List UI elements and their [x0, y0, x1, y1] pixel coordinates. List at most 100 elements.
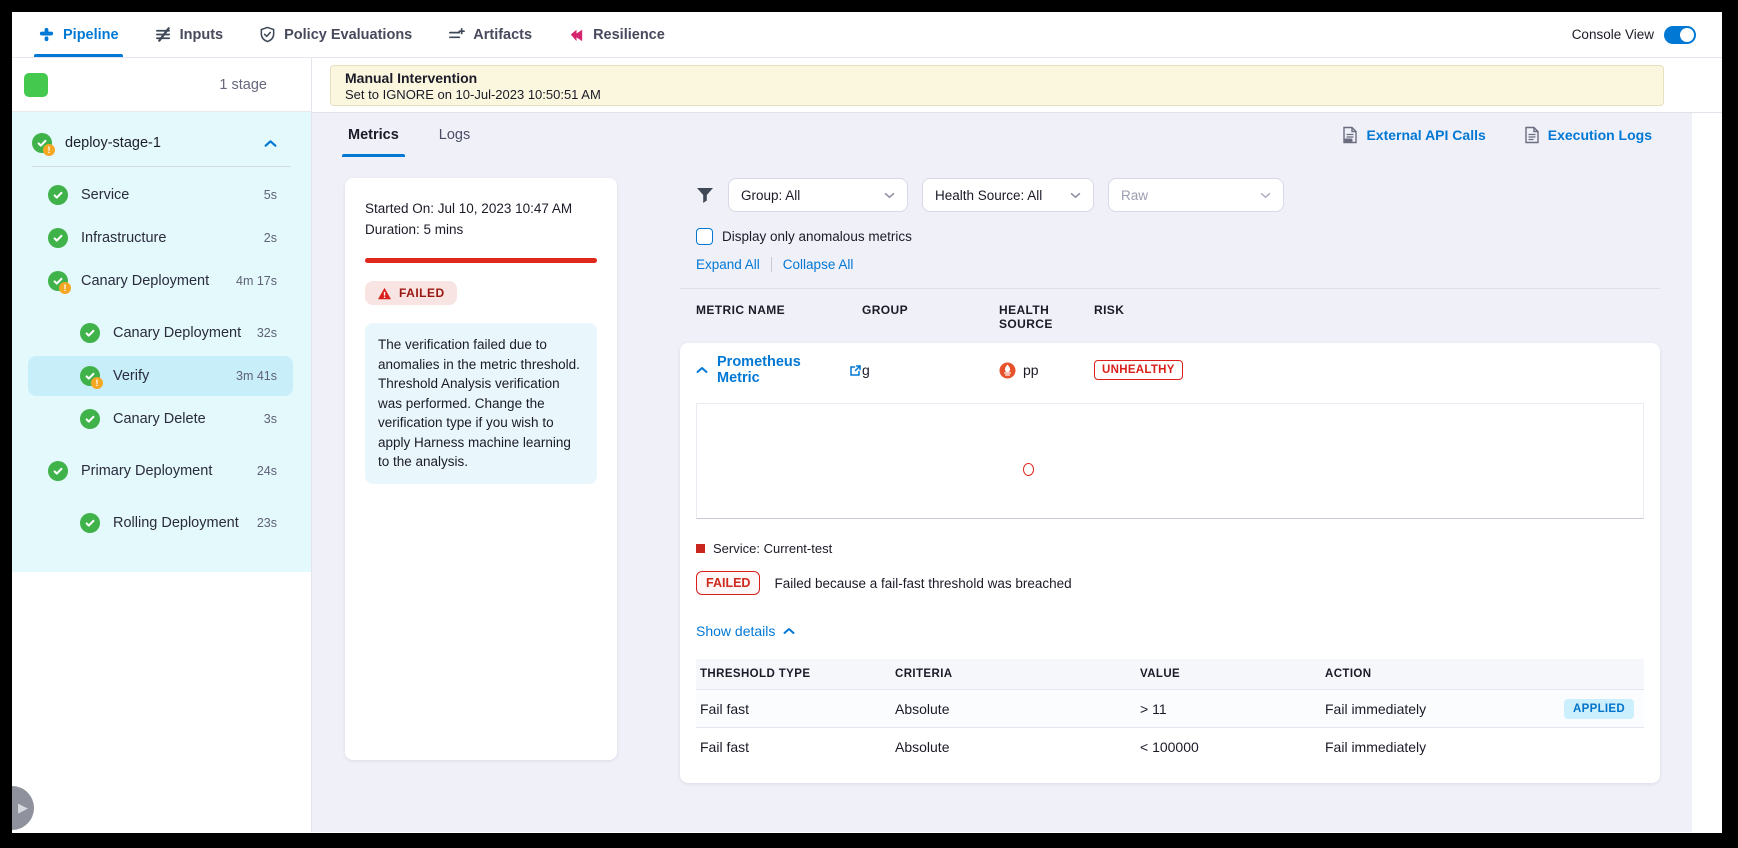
- step-row-canary-deployment[interactable]: Canary Deployment 32s: [12, 313, 311, 353]
- execution-logs-link[interactable]: Execution Logs: [1524, 126, 1652, 144]
- group-filter-dropdown[interactable]: Group: All: [728, 178, 908, 212]
- funnel-icon: [696, 187, 714, 204]
- status-badge-label: FAILED: [399, 286, 445, 300]
- stage-status-chip: [24, 73, 48, 97]
- anomalous-metrics-checkbox[interactable]: [696, 228, 713, 245]
- divider: [680, 288, 1660, 289]
- step-row-infrastructure[interactable]: Infrastructure 2s: [12, 218, 311, 258]
- step-row-rolling-deployment[interactable]: Rolling Deployment 23s: [12, 503, 311, 543]
- step-name: Rolling Deployment: [113, 515, 239, 531]
- threshold-row: Fail fast Absolute < 100000 Fail immedia…: [696, 727, 1644, 765]
- step-row-canary-deployment-group[interactable]: Canary Deployment 4m 17s: [12, 261, 311, 301]
- status-warning-icon: [48, 271, 68, 291]
- banner-strip: Manual Intervention Set to IGNORE on 10-…: [312, 58, 1722, 112]
- metric-name-cell[interactable]: Prometheus Metric: [696, 354, 862, 386]
- prometheus-icon: [999, 362, 1016, 379]
- threshold-row: Fail fast Absolute > 11 Fail immediately…: [696, 689, 1644, 727]
- raw-filter-dropdown[interactable]: Raw: [1108, 178, 1284, 212]
- console-view-label: Console View: [1572, 27, 1654, 42]
- app-window: Pipeline Inputs Policy Evaluations Artif…: [12, 12, 1722, 833]
- threshold-action: Fail immediately APPLIED: [1325, 699, 1644, 719]
- step-row-verify[interactable]: Verify 3m 41s: [28, 356, 293, 396]
- tab-label: Pipeline: [63, 27, 119, 43]
- tab-metrics[interactable]: Metrics: [348, 113, 399, 157]
- step-duration: 4m 17s: [236, 274, 277, 288]
- status-success-icon: [80, 513, 100, 533]
- manual-intervention-banner: Manual Intervention Set to IGNORE on 10-…: [330, 65, 1664, 106]
- step-row-service[interactable]: Service 5s: [12, 175, 311, 215]
- document-icon: [1524, 126, 1540, 144]
- chevron-down-icon: [1260, 192, 1271, 199]
- show-details-link[interactable]: Show details: [696, 623, 1644, 639]
- stage-tree-panel: deploy-stage-1 Service 5s Infrastructure…: [12, 112, 311, 572]
- threshold-table: THRESHOLD TYPE CRITERIA VALUE ACTION Fai…: [696, 659, 1644, 765]
- toggle-knob: [1680, 28, 1694, 42]
- divider: [32, 166, 291, 167]
- metrics-panel: Group: All Health Source: All Raw: [680, 178, 1660, 832]
- step-name: Canary Deployment: [81, 273, 209, 289]
- anomalous-data-point[interactable]: [1023, 463, 1034, 476]
- sidebar-expand-button[interactable]: ▶: [12, 786, 34, 830]
- column-header: GROUP: [862, 303, 999, 331]
- chevron-up-icon[interactable]: [696, 366, 708, 374]
- threshold-type: Fail fast: [700, 739, 895, 755]
- tab-label: Artifacts: [473, 27, 532, 43]
- started-on: Started On: Jul 10, 2023 10:47 AM: [365, 198, 597, 219]
- step-name: Primary Deployment: [81, 463, 212, 479]
- column-header: HEALTH SOURCE: [999, 303, 1094, 331]
- threshold-type: Fail fast: [700, 701, 895, 717]
- status-warning-icon: [80, 366, 100, 386]
- stage-row-deploy-stage-1[interactable]: deploy-stage-1: [12, 122, 311, 164]
- column-header: METRIC NAME: [696, 303, 862, 331]
- scroll-gutter[interactable]: [1692, 113, 1722, 832]
- step-duration: 3s: [264, 412, 277, 426]
- status-success-icon: [48, 461, 68, 481]
- expand-all-link[interactable]: Expand All: [696, 257, 760, 272]
- threshold-value: < 100000: [1140, 739, 1325, 755]
- tab-label: Inputs: [180, 27, 224, 43]
- external-link-icon[interactable]: [849, 364, 862, 377]
- api-document-icon: [1342, 126, 1358, 144]
- collapse-all-link[interactable]: Collapse All: [783, 257, 854, 272]
- metric-card: Prometheus Metric g pp: [680, 343, 1660, 783]
- tab-resilience[interactable]: Resilience: [568, 12, 665, 57]
- step-name: Service: [81, 187, 129, 203]
- tab-logs[interactable]: Logs: [439, 113, 470, 157]
- step-duration: 32s: [257, 326, 277, 340]
- step-row-canary-delete[interactable]: Canary Delete 3s: [12, 399, 311, 439]
- legend-label: Service: Current-test: [713, 541, 832, 556]
- tab-pipeline[interactable]: Pipeline: [38, 12, 119, 57]
- chevron-up-icon[interactable]: [264, 139, 277, 148]
- external-api-calls-link[interactable]: External API Calls: [1342, 126, 1485, 144]
- tab-label: Resilience: [593, 27, 665, 43]
- top-navigation-bar: Pipeline Inputs Policy Evaluations Artif…: [12, 12, 1722, 58]
- health-source-filter-dropdown[interactable]: Health Source: All: [922, 178, 1094, 212]
- risk-badge-unhealthy: UNHEALTHY: [1094, 360, 1183, 380]
- step-name: Verify: [113, 368, 149, 384]
- step-name: Infrastructure: [81, 230, 166, 246]
- verification-message: The verification failed due to anomalies…: [365, 323, 597, 484]
- threshold-criteria: Absolute: [895, 739, 1140, 755]
- tab-inputs[interactable]: Inputs: [155, 12, 224, 57]
- status-success-icon: [48, 185, 68, 205]
- tab-policy-evaluations[interactable]: Policy Evaluations: [259, 12, 412, 57]
- divider: [771, 257, 772, 272]
- console-view-toggle[interactable]: [1664, 26, 1696, 44]
- threshold-action: Fail immediately: [1325, 739, 1644, 755]
- status-warning-icon: [32, 133, 52, 153]
- threshold-value: > 11: [1140, 701, 1325, 717]
- status-success-icon: [80, 323, 100, 343]
- metric-chart[interactable]: [696, 403, 1644, 519]
- failure-reason-row: FAILED Failed because a fail-fast thresh…: [696, 571, 1644, 595]
- anomalous-filter-row: Display only anomalous metrics: [680, 228, 1660, 245]
- top-tabs: Pipeline Inputs Policy Evaluations Artif…: [38, 12, 665, 57]
- banner-title: Manual Intervention: [345, 70, 1649, 86]
- tab-artifacts[interactable]: Artifacts: [448, 12, 532, 57]
- inputs-icon: [155, 26, 172, 43]
- failure-message: Failed because a fail-fast threshold was…: [774, 576, 1071, 591]
- banner-subtitle: Set to IGNORE on 10-Jul-2023 10:50:51 AM: [345, 87, 1649, 102]
- top-links: External API Calls Execution Logs: [1342, 126, 1692, 144]
- step-row-primary-deployment[interactable]: Primary Deployment 24s: [12, 451, 311, 491]
- status-badge: FAILED: [365, 281, 457, 305]
- verification-content: Started On: Jul 10, 2023 10:47 AM Durati…: [312, 157, 1692, 832]
